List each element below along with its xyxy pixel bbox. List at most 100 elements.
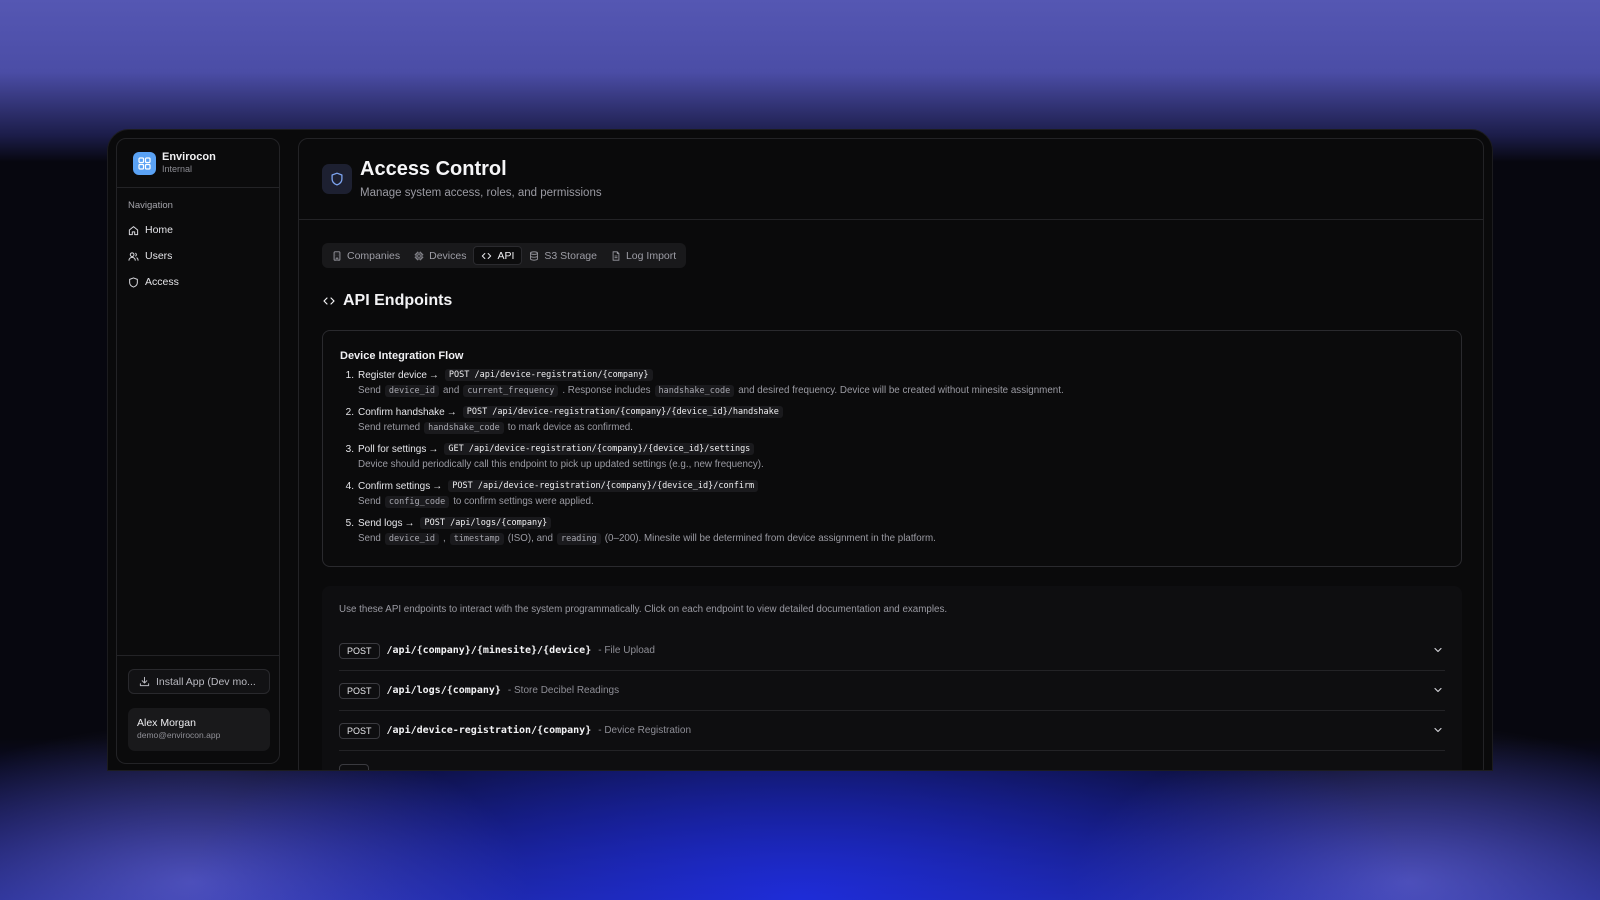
arrow-icon: → xyxy=(428,369,439,381)
install-app-label: Install App (Dev mo... xyxy=(156,675,256,688)
integration-flow-card: Device Integration Flow 1. Register devi… xyxy=(322,330,1462,567)
step-text: (0–200). Minesite will be determined fro… xyxy=(604,533,936,544)
step-text: and desired frequency. Device will be cr… xyxy=(738,385,1064,396)
step-text: Device should periodically call this end… xyxy=(358,459,764,470)
field-code: handshake_code xyxy=(424,421,504,434)
flow-step: 5. Send logs → POST /api/logs/{company} … xyxy=(340,515,1444,546)
code-icon xyxy=(482,252,492,259)
method-badge xyxy=(339,763,369,770)
sidebar: Envirocon Internal Navigation Home Users… xyxy=(116,138,280,764)
endpoint-row[interactable]: POST /api/device-registration/{company} … xyxy=(339,711,1445,751)
page-title: Access Control xyxy=(360,158,507,180)
endpoint-description: - Device Registration xyxy=(598,725,692,736)
arrow-icon: → xyxy=(446,406,457,418)
field-code: config_code xyxy=(384,495,450,508)
step-text: Send returned xyxy=(358,422,421,433)
endpoint-description: - File Upload xyxy=(598,645,655,656)
arrow-icon: → xyxy=(404,517,415,529)
step-label: Poll for settings xyxy=(358,443,427,455)
page-subtitle: Manage system access, roles, and permiss… xyxy=(360,187,602,199)
brand[interactable]: Envirocon Internal xyxy=(117,139,279,188)
sidebar-item-home[interactable]: Home xyxy=(117,217,279,243)
endpoint-path: /api/{company}/{minesite}/{device} xyxy=(386,645,592,656)
tab-bar: Companies Devices API S3 Storage Log Imp… xyxy=(322,243,687,268)
step-number: 1. xyxy=(345,369,354,381)
user-card[interactable]: Alex Morgan demo@envirocon.app xyxy=(128,708,270,751)
app-logo-icon xyxy=(133,151,156,175)
app-subtitle: Internal xyxy=(162,164,193,174)
step-number: 5. xyxy=(345,517,354,529)
install-app-button[interactable]: Install App (Dev mo... xyxy=(128,669,270,694)
step-endpoint: POST /api/device-registration/{company}/… xyxy=(448,480,759,492)
endpoint-row[interactable] xyxy=(339,751,1445,770)
step-label: Register device xyxy=(358,369,427,381)
method-badge: POST xyxy=(339,642,380,659)
tab-s3-storage[interactable]: S3 Storage xyxy=(522,246,604,265)
step-number: 2. xyxy=(345,406,354,418)
step-label: Confirm handshake xyxy=(358,406,445,418)
building-icon xyxy=(333,250,341,261)
step-endpoint: GET /api/device-registration/{company}/{… xyxy=(444,443,755,455)
sidebar-item-access[interactable]: Access xyxy=(117,269,279,295)
tab-label: S3 Storage xyxy=(544,249,597,262)
users-icon xyxy=(128,251,139,261)
step-endpoint: POST /api/device-registration/{company} xyxy=(444,369,653,381)
field-code: handshake_code xyxy=(654,384,735,397)
app-name: Envirocon xyxy=(162,151,216,163)
endpoint-path: /api/logs/{company} xyxy=(386,685,501,696)
section-title-text: API Endpoints xyxy=(343,292,453,309)
section-title: API Endpoints xyxy=(322,292,452,310)
tab-devices[interactable]: Devices xyxy=(407,246,473,265)
tab-label: Log Import xyxy=(625,249,677,262)
field-code: timestamp xyxy=(449,532,504,545)
chip-icon xyxy=(414,251,424,260)
endpoint-path: /api/device-registration/{company} xyxy=(386,725,592,736)
step-text: (ISO), and xyxy=(507,533,553,544)
shield-icon xyxy=(129,276,138,288)
sidebar-item-label: Access xyxy=(145,276,179,288)
app-window: Envirocon Internal Navigation Home Users… xyxy=(107,129,1493,771)
tab-companies[interactable]: Companies xyxy=(325,246,407,265)
step-text: and xyxy=(442,385,460,396)
flow-title: Device Integration Flow xyxy=(340,350,464,362)
step-label: Send logs xyxy=(358,517,403,529)
field-code: reading xyxy=(556,532,601,545)
endpoints-intro: Use these API endpoints to interact with… xyxy=(339,604,948,615)
step-text: . Response includes xyxy=(562,385,651,396)
endpoints-list: Use these API endpoints to interact with… xyxy=(322,586,1462,770)
tab-api[interactable]: API xyxy=(473,246,523,265)
flow-step: 2. Confirm handshake → POST /api/device-… xyxy=(340,404,1444,435)
method-badge: POST xyxy=(339,682,380,699)
shield-icon xyxy=(322,164,352,194)
endpoint-row[interactable]: POST /api/logs/{company} - Store Decibel… xyxy=(339,671,1445,711)
user-name: Alex Morgan xyxy=(137,717,196,729)
tab-log-import[interactable]: Log Import xyxy=(604,246,683,265)
step-text: Send xyxy=(358,496,381,507)
sidebar-item-users[interactable]: Users xyxy=(117,243,279,269)
chevron-down-icon[interactable] xyxy=(1433,645,1443,655)
database-icon xyxy=(530,250,539,261)
field-code: current_frequency xyxy=(463,384,559,397)
field-code: device_id xyxy=(384,532,439,545)
file-icon xyxy=(612,250,620,261)
chevron-down-icon[interactable] xyxy=(1433,725,1443,735)
step-endpoint: POST /api/logs/{company} xyxy=(420,517,552,529)
method-badge: POST xyxy=(339,722,380,739)
page-header: Access Control Manage system access, rol… xyxy=(299,139,1483,220)
nav-heading: Navigation xyxy=(128,200,173,211)
tab-label: API xyxy=(497,249,515,262)
download-icon xyxy=(139,676,150,687)
sidebar-item-label: Home xyxy=(145,224,174,236)
home-icon xyxy=(128,225,139,235)
step-label: Confirm settings xyxy=(358,480,431,492)
flow-step: 3. Poll for settings → GET /api/device-r… xyxy=(340,441,1444,472)
endpoint-row[interactable]: POST /api/{company}/{minesite}/{device} … xyxy=(339,631,1445,671)
step-text: Send xyxy=(358,385,381,396)
endpoint-description: - Store Decibel Readings xyxy=(507,685,620,696)
step-number: 3. xyxy=(345,443,354,455)
step-number: 4. xyxy=(345,480,354,492)
tab-label: Devices xyxy=(429,249,467,262)
sidebar-item-label: Users xyxy=(145,250,173,262)
chevron-down-icon[interactable] xyxy=(1433,685,1443,695)
main-content: Access Control Manage system access, rol… xyxy=(298,138,1484,770)
